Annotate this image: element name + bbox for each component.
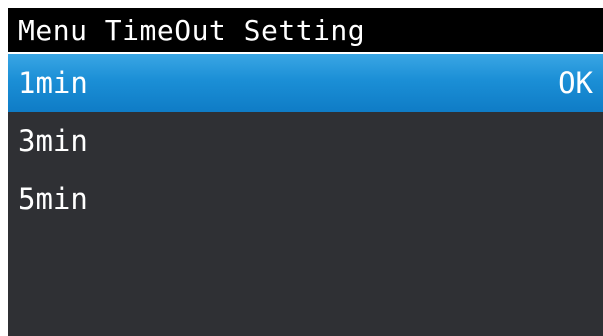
option-label: 5min: [18, 182, 88, 216]
title-bar: Menu TimeOut Setting: [8, 8, 603, 54]
option-label: 3min: [18, 124, 88, 158]
option-1min[interactable]: 1min OK: [8, 54, 603, 112]
selected-status: OK: [558, 66, 593, 100]
option-3min[interactable]: 3min: [8, 112, 603, 170]
lcd-screen: Menu TimeOut Setting 1min OK 3min 5min: [8, 8, 603, 336]
option-5min[interactable]: 5min: [8, 170, 603, 228]
page-title: Menu TimeOut Setting: [18, 13, 366, 47]
timeout-option-list: 1min OK 3min 5min: [8, 54, 603, 228]
option-label: 1min: [18, 66, 88, 100]
